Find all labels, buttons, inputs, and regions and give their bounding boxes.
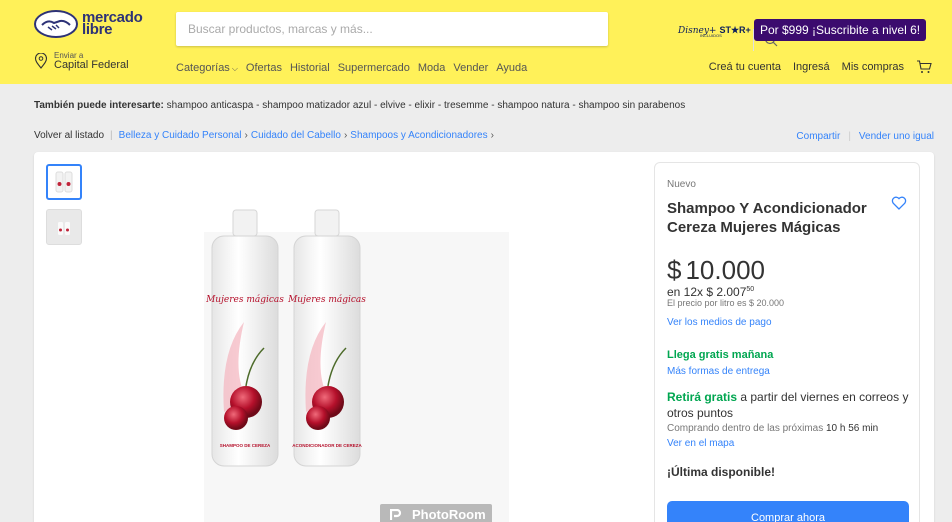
installments: en 12x $ 2.00750 xyxy=(667,285,754,299)
nav-categorias[interactable]: Categorías ⌵ xyxy=(176,62,238,74)
breadcrumb-chevron-icon: › xyxy=(343,130,348,141)
bottle-label-text: ACONDICIONADOR DE CEREZA xyxy=(292,443,362,448)
thumbnail-1[interactable] xyxy=(46,164,82,200)
bottles-thumbnail-icon xyxy=(58,222,70,235)
nav-moda[interactable]: Moda xyxy=(418,62,446,74)
more-delivery-options-link[interactable]: Más formas de entrega xyxy=(667,366,770,377)
subscription-promo-banner[interactable]: Por $999 ¡Suscribite a nivel 6! xyxy=(754,19,927,41)
share-link[interactable]: Compartir xyxy=(796,131,840,142)
breadcrumb-item-beauty[interactable]: Belleza y Cuidado Personal xyxy=(119,130,242,141)
price-per-liter: El precio por litro es $ 20.000 xyxy=(667,298,785,308)
delivery-location[interactable]: Enviar a Capital Federal xyxy=(34,52,129,71)
photoroom-watermark: PhotoRoom xyxy=(380,504,492,522)
login-link[interactable]: Ingresá xyxy=(793,61,830,73)
watermark-text: PhotoRoom xyxy=(412,507,486,522)
installments-cents: 50 xyxy=(746,286,755,293)
product-title: Shampoo Y Acondicionador Cereza Mujeres … xyxy=(667,200,867,236)
price-currency: $ xyxy=(667,255,682,285)
countdown-prefix: Comprando dentro de las próximas xyxy=(667,423,826,434)
product-condition: Nuevo xyxy=(667,179,696,190)
bottles-thumbnail-icon xyxy=(55,171,73,193)
product-price: $10.000 xyxy=(667,255,765,286)
header: mercado libre Disney+ST★R+ INCLUIDOS Por… xyxy=(0,0,952,84)
breadcrumb-item-shampoos[interactable]: Shampoos y Acondicionadores xyxy=(350,130,487,141)
product-image[interactable]: SHAMPOO DE CEREZA ACONDICIONADOR DE CERE… xyxy=(204,202,509,522)
free-shipping-text: Llega gratis mañana xyxy=(667,349,774,361)
breadcrumb-separator: | xyxy=(110,130,113,141)
nav-ofertas[interactable]: Ofertas xyxy=(246,62,282,74)
bottle-brand-text: Mujeres mágicas xyxy=(287,294,366,305)
countdown: Comprando dentro de las próximas 10 h 56… xyxy=(667,423,878,434)
share-actions: Compartir | Vender uno igual xyxy=(796,131,934,142)
conditioner-bottle: ACONDICIONADOR DE CEREZA xyxy=(292,209,362,467)
cart-icon[interactable] xyxy=(916,60,932,74)
heart-icon[interactable] xyxy=(891,195,907,211)
search-box xyxy=(176,12,778,51)
buy-box: Nuevo Shampoo Y Acondicionador Cereza Mu… xyxy=(654,162,920,522)
bottle-brand-text: Mujeres mágicas xyxy=(205,294,284,305)
photoroom-logo-icon xyxy=(390,509,402,520)
share-separator: | xyxy=(848,131,851,142)
pickup-free-label: Retirá gratis xyxy=(667,390,738,404)
product-card: SHAMPOO DE CEREZA ACONDICIONADOR DE CERE… xyxy=(34,152,934,522)
chevron-down-icon: ⌵ xyxy=(231,64,238,73)
nav-supermercado[interactable]: Supermercado xyxy=(338,62,410,74)
nav-vender[interactable]: Vender xyxy=(453,62,488,74)
handshake-logo-icon xyxy=(34,10,78,38)
breadcrumb-chevron-icon: › xyxy=(490,130,494,141)
related-items[interactable]: shampoo anticaspa - shampoo matizador az… xyxy=(167,100,686,111)
back-to-list-link[interactable]: Volver al listado xyxy=(34,130,104,141)
main-nav: Categorías ⌵ Ofertas Historial Supermerca… xyxy=(176,62,527,74)
star-plus-logo: ST★R+ xyxy=(719,25,751,35)
breadcrumb-item-hair-care[interactable]: Cuidado del Cabello xyxy=(251,130,341,141)
stock-status: ¡Última disponible! xyxy=(667,465,775,479)
breadcrumb: Volver al listado | Belleza y Cuidado Pers… xyxy=(34,130,497,141)
countdown-value: 10 h 56 min xyxy=(825,423,879,434)
location-pin-icon xyxy=(34,53,48,69)
sell-similar-link[interactable]: Vender uno igual xyxy=(859,131,934,142)
thumbnail-2[interactable] xyxy=(46,209,82,245)
user-nav: Creá tu cuenta Ingresá Mis compras xyxy=(709,60,932,74)
nav-label: Categorías xyxy=(176,62,230,74)
create-account-link[interactable]: Creá tu cuenta xyxy=(709,61,781,73)
installments-text: en 12x $ 2.007 xyxy=(667,285,747,299)
bottle-label-text: SHAMPOO DE CEREZA xyxy=(220,443,271,448)
price-value: 10.000 xyxy=(685,255,765,285)
payment-methods-link[interactable]: Ver los medios de pago xyxy=(667,317,772,328)
nav-ayuda[interactable]: Ayuda xyxy=(496,62,527,74)
search-input[interactable] xyxy=(176,12,576,46)
mercadolibre-logo[interactable]: mercado libre xyxy=(34,10,143,38)
related-searches: También puede interesarte: shampoo antic… xyxy=(34,100,685,111)
breadcrumb-chevron-icon: › xyxy=(244,130,248,141)
pickup-info: Retirá gratis a partir del viernes en co… xyxy=(667,389,915,421)
disney-star-badge[interactable]: Disney+ ST★R+ INCLUIDOS xyxy=(678,20,751,42)
view-map-link[interactable]: Ver en el mapa xyxy=(667,438,734,449)
shampoo-bottle: SHAMPOO DE CEREZA xyxy=(211,209,279,467)
related-label: También puede interesarte: xyxy=(34,100,164,111)
nav-historial[interactable]: Historial xyxy=(290,62,330,74)
my-purchases-link[interactable]: Mis compras xyxy=(842,61,904,73)
disney-sub-label: INCLUIDOS xyxy=(700,33,722,38)
location-value: Capital Federal xyxy=(54,59,129,71)
buy-now-button[interactable]: Comprar ahora xyxy=(667,501,909,522)
